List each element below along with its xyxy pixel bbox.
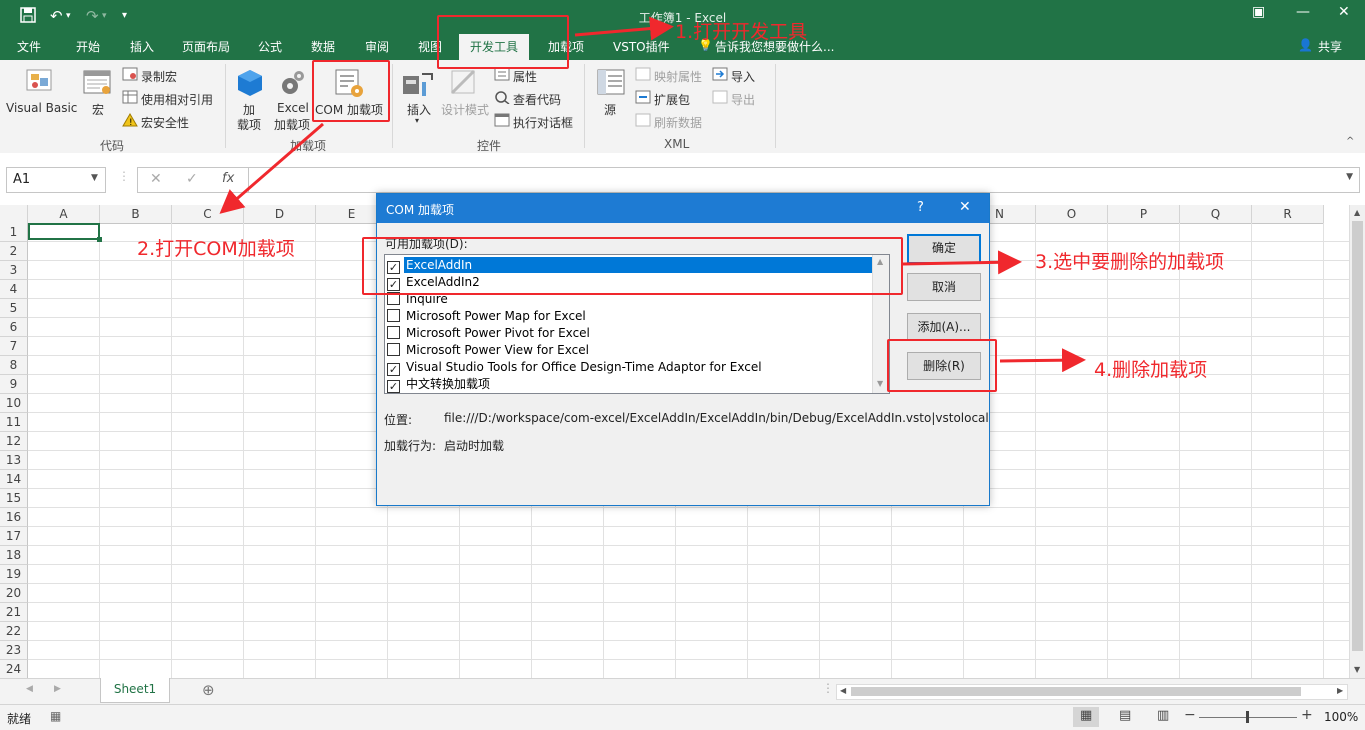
arrow-step2	[219, 122, 324, 214]
arrow-step1	[574, 16, 674, 41]
arrow-step4	[999, 348, 1086, 373]
annotation-step4: 4.删除加载项	[1094, 359, 1208, 381]
annotation-step3: 3.选中要删除的加载项	[1035, 251, 1225, 273]
arrow-step3	[902, 250, 1022, 275]
annotation-step2: 2.打开COM加载项	[137, 238, 295, 260]
annotation-step1: 1.打开开发工具	[675, 21, 808, 43]
